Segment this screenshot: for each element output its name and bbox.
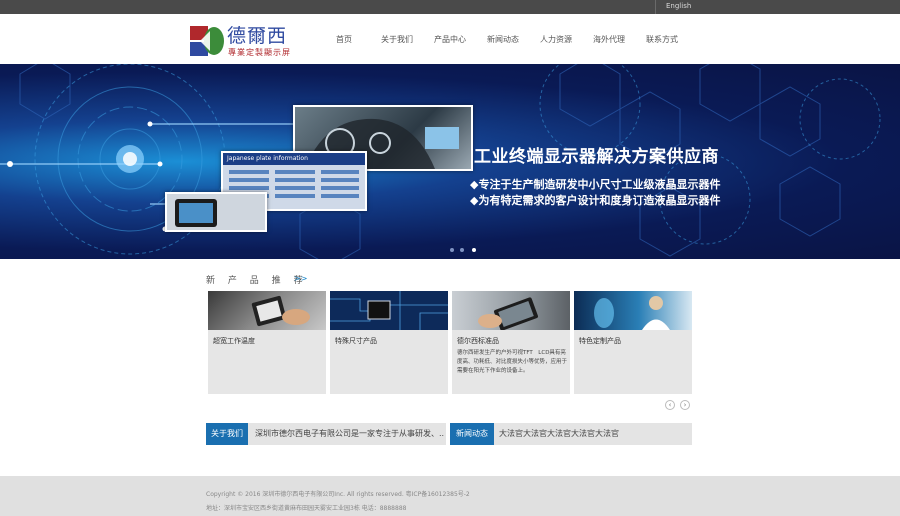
product-image[interactable] (208, 291, 326, 330)
next-arrow-icon[interactable]: › (680, 400, 690, 410)
banner-tablet-image (165, 192, 267, 232)
product-name[interactable]: 超宽工作温度 (213, 336, 255, 346)
product-image[interactable] (452, 291, 570, 330)
product-name[interactable]: 特殊尺寸产品 (335, 336, 377, 346)
product-image[interactable] (574, 291, 692, 330)
banner-line-1: ◆专注于生产制造研发中小尺寸工业级液晶显示器件 (470, 178, 721, 191)
nav-hr[interactable]: 人力资源 (540, 34, 572, 45)
language-link[interactable]: English (666, 2, 691, 10)
banner-line-2: ◆为有特定需求的客户设计和度身订造液晶显示器件 (470, 194, 721, 207)
about-strip[interactable]: 关于我们 深圳市德尔西电子有限公司是一家专注于从事研发、... (206, 423, 446, 445)
product-name[interactable]: 德尔西标准品 (457, 336, 499, 346)
slide-dot[interactable] (450, 248, 454, 252)
news-strip[interactable]: 新闻动态 大法官大法官大法官大法官大法官 (450, 423, 692, 445)
product-card[interactable]: 特殊尺寸产品 (330, 291, 448, 394)
language-switch[interactable]: English (655, 0, 900, 14)
products-section-title: 新 产 品 推 荐 (206, 276, 308, 286)
nav-overseas[interactable]: 海外代理 (593, 34, 625, 45)
footer-copyright: Copyright © 2016 深圳市德尔西电子有限公司Inc. All ri… (206, 491, 470, 498)
news-tag[interactable]: 新闻动态 (450, 423, 494, 445)
logo-name: 德爾西 (227, 25, 288, 47)
info-board-header: Japanese plate information (223, 153, 365, 165)
top-bar: English (0, 0, 900, 14)
site-header: 德爾西 專業定製顯示屏 首页 关于我们 产品中心 新闻动态 人力资源 海外代理 … (0, 14, 900, 64)
news-headline[interactable]: 大法官大法官大法官大法官大法官 (499, 423, 689, 445)
prev-arrow-icon[interactable]: ‹ (665, 400, 675, 410)
nav-home[interactable]: 首页 (336, 34, 352, 45)
nav-about[interactable]: 关于我们 (381, 34, 413, 45)
product-card[interactable]: 特色定制产品 (574, 291, 692, 394)
site-footer: Copyright © 2016 深圳市德尔西电子有限公司Inc. All ri… (0, 476, 900, 516)
nav-news[interactable]: 新闻动态 (487, 34, 519, 45)
product-card[interactable]: 超宽工作温度 (208, 291, 326, 394)
logo-mark-icon (190, 26, 224, 56)
slide-dot[interactable] (460, 248, 464, 252)
product-description: 德尔西研发生产的户外可视TFT LCD具有亮度高、功耗低、对比度损失小等优势，应… (457, 350, 568, 374)
about-summary[interactable]: 深圳市德尔西电子有限公司是一家专注于从事研发、... (255, 423, 444, 445)
site-logo[interactable]: 德爾西 專業定製顯示屏 (190, 20, 310, 60)
hero-banner[interactable]: Japanese plate information 工业终端显示器解决方案供应… (0, 64, 900, 259)
about-tag[interactable]: 关于我们 (206, 423, 248, 445)
product-card[interactable]: 德尔西标准品 德尔西研发生产的户外可视TFT LCD具有亮度高、功耗低、对比度损… (452, 291, 570, 394)
products-more-link[interactable]: >> (294, 274, 307, 283)
banner-title: 工业终端显示器解决方案供应商 (474, 147, 719, 167)
footer-address: 地址：深圳市宝安区西乡街道黄麻布田园天雾安工业园3栋 电话：8888888 (206, 505, 407, 512)
slide-dot-active[interactable] (472, 248, 476, 252)
nav-products[interactable]: 产品中心 (434, 34, 466, 45)
product-image[interactable] (330, 291, 448, 330)
nav-contact[interactable]: 联系方式 (646, 34, 678, 45)
product-name[interactable]: 特色定制产品 (579, 336, 621, 346)
logo-tagline: 專業定製顯示屏 (228, 48, 291, 57)
